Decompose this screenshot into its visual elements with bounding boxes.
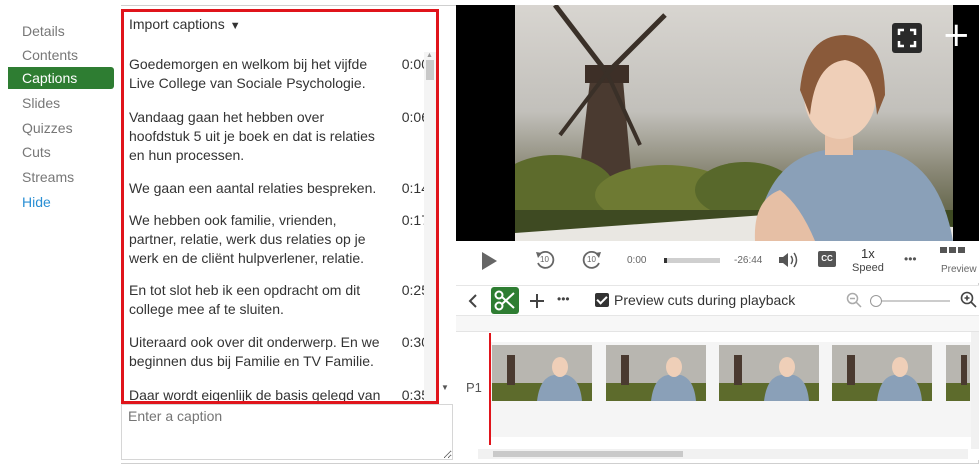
- plus-icon[interactable]: [529, 293, 545, 309]
- timeline-scroll-thumb[interactable]: [493, 451, 683, 457]
- track-label: P1: [466, 380, 482, 395]
- sidebar-item-streams[interactable]: Streams: [22, 166, 74, 188]
- zoom-in-icon[interactable]: [960, 291, 978, 309]
- captions-scrollbar[interactable]: ▲: [424, 52, 436, 401]
- preview-cuts-label: Preview cuts during playback: [614, 292, 796, 308]
- chevron-left-icon[interactable]: [468, 293, 478, 309]
- timeline-horizontal-scrollbar[interactable]: [478, 449, 968, 459]
- scissors-icon: [494, 290, 515, 311]
- video-frame: [515, 5, 953, 241]
- forward-10-button[interactable]: 10: [580, 248, 604, 272]
- speed-button[interactable]: 1x Speed: [852, 247, 884, 275]
- sidebar: Details Contents Captions Slides Quizzes…: [8, 5, 121, 464]
- speed-value: 1x: [861, 246, 875, 261]
- zoom-slider-handle[interactable]: [870, 295, 882, 307]
- play-icon[interactable]: [480, 251, 498, 271]
- scroll-down-icon[interactable]: ▼: [441, 383, 449, 392]
- sidebar-item-captions[interactable]: Captions: [8, 67, 114, 89]
- sidebar-item-cuts[interactable]: Cuts: [22, 141, 51, 163]
- caption-text: En tot slot heb ik een opdracht om dit c…: [129, 282, 361, 317]
- edit-toolbar: ••• Preview cuts during playback: [456, 285, 979, 315]
- preview-button[interactable]: Preview: [932, 247, 979, 275]
- caption-text: Vandaag gaan het hebben over hoofdstuk 5…: [129, 109, 375, 163]
- sidebar-item-details[interactable]: Details: [22, 20, 65, 42]
- timeline[interactable]: P1: [456, 315, 979, 460]
- sidebar-item-contents[interactable]: Contents: [22, 44, 78, 66]
- import-captions-label: Import captions: [129, 16, 225, 32]
- import-captions-dropdown[interactable]: Import captions ▼: [129, 16, 241, 32]
- captions-panel: Import captions ▼ Goedemorgen en welkom b…: [121, 9, 439, 404]
- cc-button[interactable]: CC: [818, 251, 836, 267]
- sidebar-item-hide[interactable]: Hide: [22, 191, 51, 213]
- timeline-ruler[interactable]: [456, 316, 979, 332]
- rewind-10-button[interactable]: 10: [533, 248, 557, 272]
- cut-button[interactable]: [491, 287, 519, 314]
- timeline-thumbnail: [946, 345, 970, 401]
- sidebar-item-quizzes[interactable]: Quizzes: [22, 117, 73, 139]
- preview-label: Preview: [941, 264, 977, 275]
- caret-down-icon: ▼: [229, 20, 241, 32]
- sidebar-item-slides[interactable]: Slides: [22, 92, 60, 114]
- zoom-slider[interactable]: [870, 295, 950, 307]
- preview-icon: [940, 247, 965, 253]
- timeline-thumbnail: [832, 345, 932, 401]
- caption-text: We gaan een aantal relaties bespreken.: [129, 180, 377, 196]
- fullscreen-button[interactable]: [892, 23, 922, 53]
- timeline-vertical-scrollbar[interactable]: [971, 332, 979, 449]
- fullscreen-icon: [897, 28, 917, 48]
- current-time: 0:00: [627, 255, 647, 266]
- playhead[interactable]: [489, 333, 491, 445]
- forward-seconds: 10: [587, 255, 596, 264]
- preview-cuts-checkbox[interactable]: [595, 293, 609, 307]
- zoom-out-icon[interactable]: [846, 292, 862, 308]
- timeline-thumbnail: [606, 345, 706, 401]
- video-player[interactable]: +: [456, 5, 979, 241]
- speed-label: Speed: [852, 262, 884, 274]
- timeline-thumbnail: [719, 345, 819, 401]
- volume-icon[interactable]: [778, 251, 800, 269]
- captions-scroll-thumb[interactable]: [426, 60, 434, 80]
- caption-input[interactable]: [121, 404, 453, 460]
- more-options-button[interactable]: •••: [904, 252, 917, 266]
- add-button[interactable]: +: [942, 15, 971, 55]
- rewind-seconds: 10: [540, 255, 549, 264]
- player-controls: 10 10 0:00 -26:44 CC 1x Speed ••• Previe…: [456, 241, 979, 283]
- caption-text: We hebben ook familie, vrienden, partner…: [129, 212, 366, 266]
- timeline-thumbnail: [492, 345, 592, 401]
- caption-text: Goedemorgen en welkom bij het vijfde Liv…: [129, 56, 368, 91]
- remaining-time: -26:44: [734, 255, 763, 266]
- scroll-up-icon[interactable]: ▲: [426, 52, 433, 59]
- caption-text: Uiteraard ook over dit onderwerp. En we …: [129, 334, 380, 369]
- progress-bar[interactable]: [664, 258, 720, 263]
- edit-more-button[interactable]: •••: [557, 292, 570, 306]
- caption-text: Daar wordt eigenlijk de basis gelegd van: [129, 387, 381, 403]
